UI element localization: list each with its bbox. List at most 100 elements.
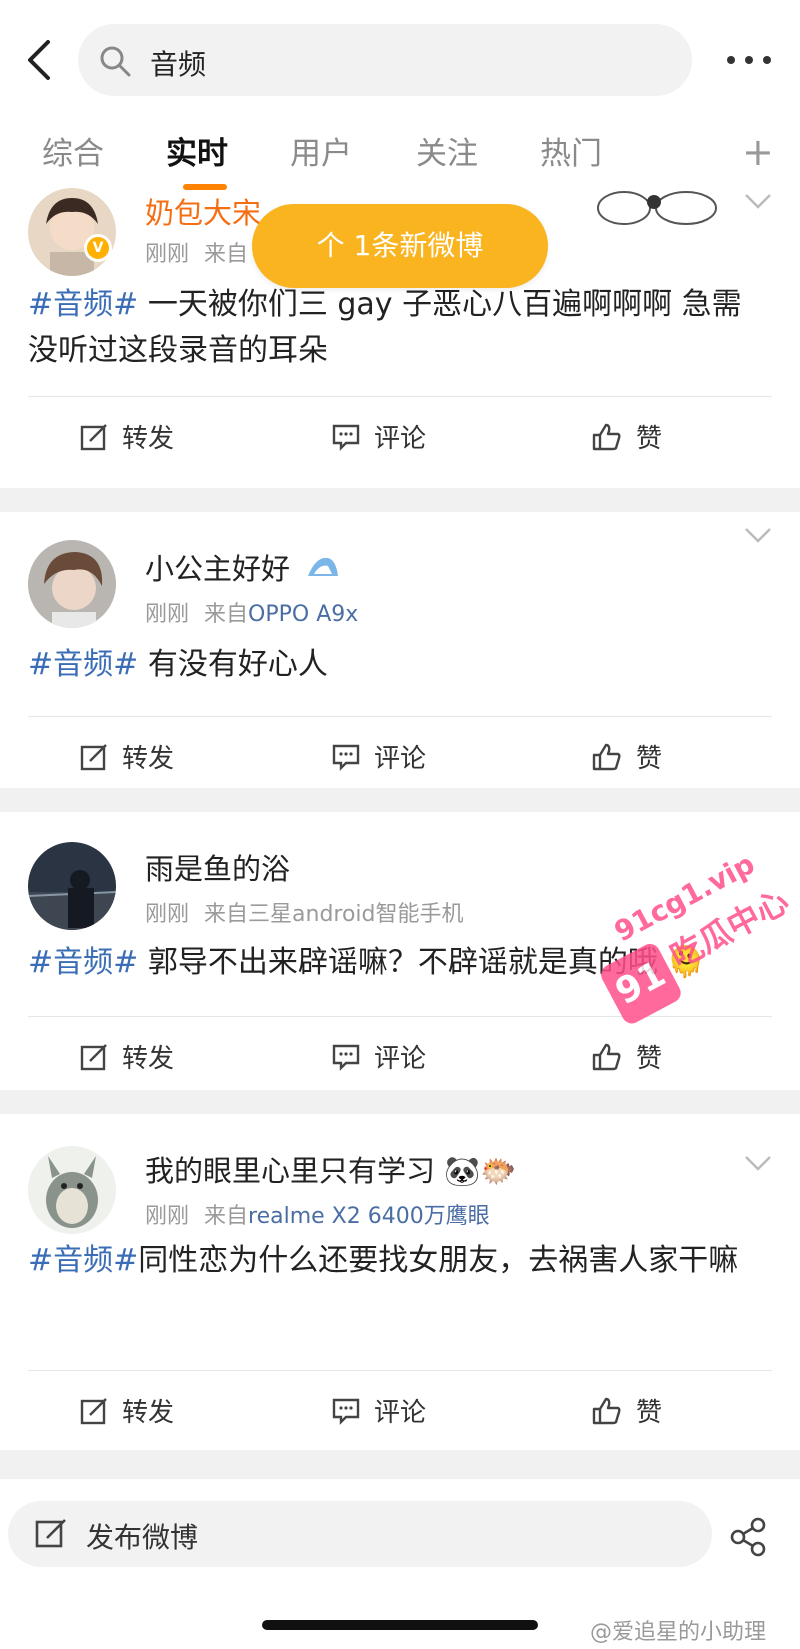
post-card: 小公主好好 刚刚 来自OPPO A9x #音频# 有没有好心人 转发 评论 赞 [0,512,800,788]
tab-bar: 综合 实时 用户 关注 热门 + [0,118,800,196]
post-text: 有没有好心人 [138,647,328,682]
post-source[interactable]: realme X2 6400万鹰眼 [248,1204,490,1229]
comment-icon [332,1044,360,1071]
separator [0,788,800,812]
sticker-image [597,191,717,225]
repost-label: 转发 [122,744,175,774]
repost-button[interactable]: 转发 [80,738,174,775]
home-indicator[interactable] [262,1620,538,1630]
post-time: 刚刚 [145,242,190,267]
comment-button[interactable]: 评论 [332,418,426,455]
separator [0,1090,800,1114]
like-label: 赞 [636,424,663,454]
comment-label: 评论 [374,1398,427,1428]
search-query: 音频 [150,48,207,81]
post-content: #音频#同性恋为什么还要找女朋友，去祸害人家干嘛 [28,1238,768,1284]
post-meta: 刚刚 来自三星android智能手机 [145,896,464,928]
repost-icon [80,743,107,770]
add-tab-icon[interactable]: + [742,130,774,174]
like-label: 赞 [636,1398,663,1428]
avatar[interactable] [28,842,116,930]
thumbs-up-icon [592,1397,621,1424]
search-icon [100,46,131,77]
comment-button[interactable]: 评论 [332,1038,426,1075]
edit-icon [35,1519,66,1548]
comment-icon [332,744,360,771]
repost-button[interactable]: 转发 [80,1038,174,1075]
comment-button[interactable]: 评论 [332,738,426,775]
more-icon[interactable] [724,48,774,72]
repost-icon [80,423,107,450]
post-meta: 刚刚 来自OPPO A9x [145,596,358,628]
top-bar: 音频 [0,0,800,118]
post-meta: 刚刚 来自 [145,236,248,268]
avatar[interactable] [28,1146,116,1234]
share-icon[interactable] [728,1517,768,1557]
repost-icon [80,1397,107,1424]
chevron-down-icon[interactable] [744,192,772,210]
topic-tag[interactable]: #音频# [28,945,138,980]
post-card: 我的眼里心里只有学习 🐼🐡 刚刚 来自realme X2 6400万鹰眼 #音频… [0,1114,800,1450]
comment-label: 评论 [374,1044,427,1074]
compose-button[interactable]: 发布微博 [8,1501,712,1567]
username[interactable]: 奶包大宋 [145,190,261,232]
repost-label: 转发 [122,424,175,454]
action-bar: 转发 评论 赞 [0,400,800,476]
post-time: 刚刚 [145,902,190,927]
verified-icon: V [84,234,112,262]
bottom-bar: 发布微博 [0,1478,800,1598]
repost-button[interactable]: 转发 [80,1392,174,1429]
chevron-down-icon[interactable] [744,526,772,544]
comment-button[interactable]: 评论 [332,1392,426,1429]
username[interactable]: 小公主好好 [145,546,290,588]
thumbs-up-icon [592,423,621,450]
tab-users[interactable]: 用户 [290,128,352,173]
post-text: 同性恋为什么还要找女朋友，去祸害人家干嘛 [138,1243,739,1278]
post-source-prefix: 来自 [204,602,249,627]
post-time: 刚刚 [145,1204,190,1229]
separator [0,1450,800,1478]
post-meta: 刚刚 来自realme X2 6400万鹰眼 [145,1198,490,1230]
username[interactable]: 我的眼里心里只有学习 🐼🐡 [145,1148,516,1190]
repost-icon [80,1043,107,1070]
divider [28,396,772,397]
post-source-prefix: 来自 [204,1204,249,1229]
post-source: 来自 [204,242,249,267]
tab-following[interactable]: 关注 [416,128,478,173]
search-input[interactable]: 音频 [78,24,692,96]
tab-comprehensive[interactable]: 综合 [42,128,104,173]
chevron-down-icon[interactable] [744,1154,772,1172]
like-button[interactable]: 赞 [592,738,662,775]
action-bar: 转发 评论 赞 [0,720,800,796]
topic-tag[interactable]: #音频# [28,647,138,682]
like-button[interactable]: 赞 [592,1392,662,1429]
divider [28,1370,772,1371]
compose-label: 发布微博 [86,1521,199,1554]
separator [0,488,800,512]
comment-label: 评论 [374,744,427,774]
avatar[interactable] [28,188,116,276]
tab-realtime[interactable]: 实时 [166,128,228,173]
comment-icon [332,424,360,451]
action-bar: 转发 评论 赞 [0,1374,800,1450]
vip-badge-icon [308,557,338,576]
credit-watermark: @爱追星的小助理 [590,1620,767,1645]
username[interactable]: 雨是鱼的浴 [145,846,290,888]
post-content: #音频# 一天被你们三 gay 子恶心八百遍啊啊啊 急需没听过这段录音的耳朵 [28,282,768,374]
like-button[interactable]: 赞 [592,418,662,455]
repost-button[interactable]: 转发 [80,418,174,455]
like-label: 赞 [636,744,663,774]
divider [28,716,772,717]
tab-hot[interactable]: 热门 [540,128,602,173]
back-icon[interactable] [22,38,58,82]
post-source: 来自三星android智能手机 [204,902,464,927]
comment-label: 评论 [374,424,427,454]
post-source[interactable]: OPPO A9x [248,602,358,627]
avatar[interactable] [28,540,116,628]
topic-tag[interactable]: #音频# [28,1243,138,1278]
post-content: #音频# 有没有好心人 [28,642,768,688]
comment-icon [332,1398,360,1425]
post-time: 刚刚 [145,602,190,627]
topic-tag[interactable]: #音频# [28,287,138,322]
new-posts-button[interactable]: 个 1条新微博 [252,204,548,288]
